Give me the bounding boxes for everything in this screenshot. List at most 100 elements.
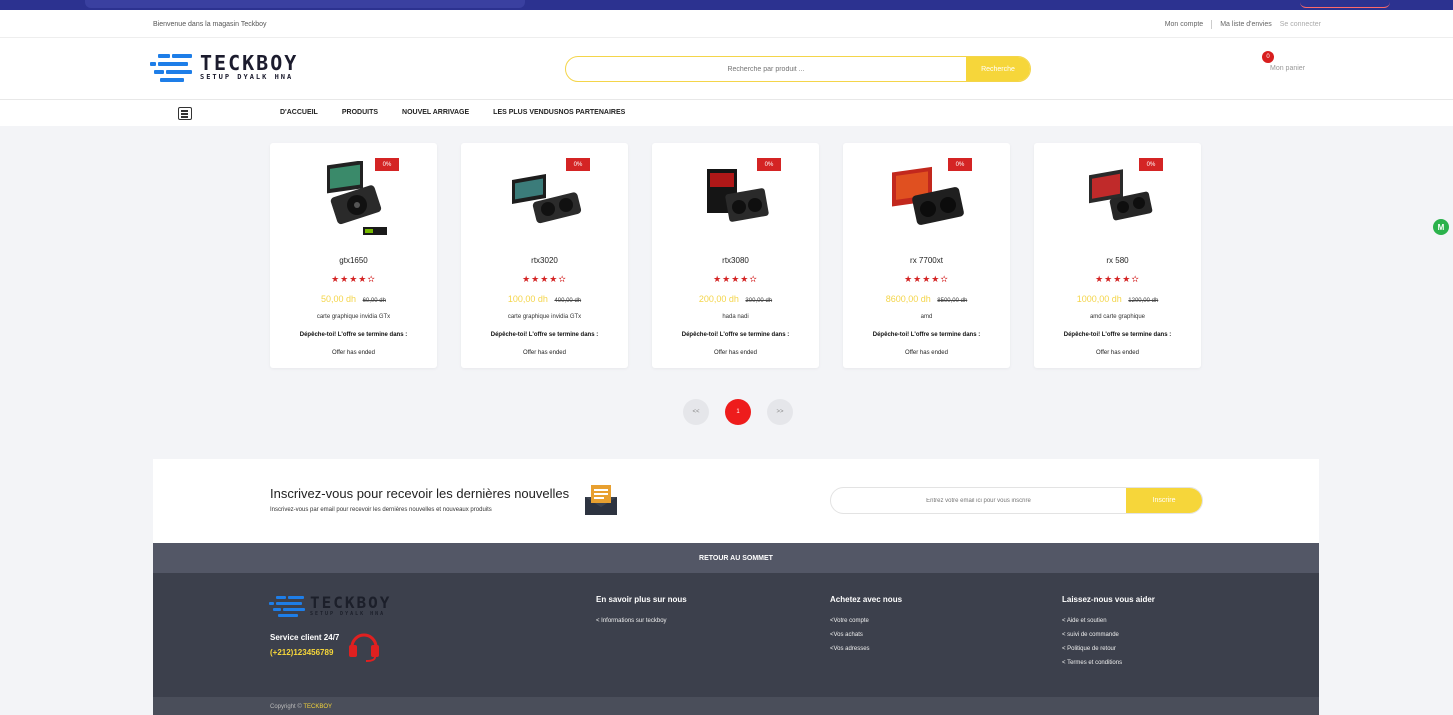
logo-name: TECKBOY bbox=[200, 51, 299, 75]
subscribe-button[interactable]: Inscrire bbox=[1126, 488, 1202, 513]
logo-mark-icon bbox=[150, 50, 196, 84]
browser-tab-strip bbox=[0, 0, 1453, 10]
footer-col-shop: Achetez avec nous <Votre compte <Vos ach… bbox=[830, 595, 902, 660]
footer-link[interactable]: <Vos achats bbox=[830, 632, 902, 638]
pagination-page-button[interactable]: 1 bbox=[725, 399, 751, 425]
product-price: 200,00 dh bbox=[698, 294, 739, 304]
offer-status: Offer has ended bbox=[714, 350, 757, 356]
service-label: Service client 24/7 bbox=[270, 633, 340, 642]
cart-count-badge: 0 bbox=[1262, 51, 1274, 63]
product-price: 8600,00 dh bbox=[885, 294, 931, 304]
footer: TECKBOY SETUP DYALK HNA Service client 2… bbox=[153, 573, 1319, 697]
nav-item-best-sellers[interactable]: LES PLUS VENDUSNOS PARTENAIRES bbox=[493, 109, 625, 116]
rating-stars: ★★★★✫ bbox=[904, 274, 949, 284]
product-name[interactable]: gtx1650 bbox=[270, 256, 437, 265]
footer-link[interactable]: <Vos adresses bbox=[830, 646, 902, 652]
gpu-image-icon bbox=[1089, 169, 1153, 221]
copyright-brand: TECKBOY bbox=[303, 704, 333, 710]
search-input[interactable] bbox=[566, 57, 966, 81]
rating-stars: ★★★★✫ bbox=[522, 274, 567, 284]
product-name[interactable]: rtx3020 bbox=[461, 256, 628, 265]
product-description: amd carte graphique bbox=[1089, 314, 1146, 320]
search-bar: Recherche bbox=[565, 56, 1031, 82]
product-old-price: 300,00 dh bbox=[745, 298, 773, 304]
pagination-prev-button[interactable]: << bbox=[683, 399, 709, 425]
product-card[interactable]: 0% rx 580 ★★★★✫ 1000,00 dh 1200,00 dh am… bbox=[1034, 143, 1201, 368]
email-field[interactable] bbox=[831, 488, 1126, 513]
main-nav: D'ACCUEIL PRODUITS NOUVEL ARRIVAGE LES P… bbox=[0, 100, 1453, 126]
rating-stars: ★★★★✫ bbox=[331, 274, 376, 284]
footer-col-title: En savoir plus sur nous bbox=[596, 595, 687, 604]
footer-col-title: Laissez-nous vous aider bbox=[1062, 595, 1155, 604]
product-description: carte graphique invidia GTx bbox=[316, 314, 391, 320]
cart-label: Mon panier bbox=[1270, 65, 1306, 72]
rating-stars: ★★★★✫ bbox=[713, 274, 758, 284]
copyright-bar: Copyright © TECKBOY bbox=[153, 697, 1319, 715]
offer-timer-label: Dépêche-toi! L'offre se termine dans : bbox=[681, 332, 790, 338]
product-name[interactable]: rx 580 bbox=[1034, 256, 1201, 265]
nav-item-products[interactable]: PRODUITS bbox=[342, 109, 378, 116]
product-price: 50,00 dh bbox=[321, 294, 357, 304]
product-description: amd bbox=[920, 314, 933, 320]
menu-icon[interactable] bbox=[178, 107, 192, 120]
gpu-image-icon bbox=[892, 166, 964, 225]
newsletter-title: Inscrivez-vous pour recevoir les dernièr… bbox=[270, 486, 570, 501]
logo-mark-icon bbox=[269, 593, 307, 619]
site-logo[interactable]: TECKBOY SETUP DYALK HNA bbox=[150, 50, 298, 84]
login-link[interactable]: Se connecter bbox=[1280, 21, 1321, 28]
offer-timer-label: Dépêche-toi! L'offre se termine dans : bbox=[1063, 332, 1172, 338]
gpu-image-icon bbox=[327, 161, 387, 235]
envelope-icon bbox=[585, 485, 617, 515]
product-name[interactable]: rx 7700xt bbox=[843, 256, 1010, 265]
footer-link[interactable]: < Termes et conditions bbox=[1062, 660, 1155, 666]
cart[interactable]: 0 Mon panier bbox=[1262, 51, 1305, 72]
rating-stars: ★★★★✫ bbox=[1095, 274, 1140, 284]
footer-link[interactable]: < Politique de retour bbox=[1062, 646, 1155, 652]
divider bbox=[1211, 20, 1213, 29]
footer-col-about: En savoir plus sur nous < Informations s… bbox=[596, 595, 687, 632]
footer-logo-tagline: SETUP DYALK HNA bbox=[310, 611, 386, 617]
product-description: hada nadi bbox=[722, 314, 749, 320]
footer-logo-name: TECKBOY bbox=[310, 593, 392, 612]
account-link[interactable]: Mon compte bbox=[1165, 21, 1204, 28]
nav-item-new-arrivals[interactable]: NOUVEL ARRIVAGE bbox=[402, 109, 469, 116]
footer-link[interactable]: < Aide et soutien bbox=[1062, 618, 1155, 624]
footer-logo[interactable]: TECKBOY SETUP DYALK HNA bbox=[269, 593, 391, 619]
product-old-price: 1200,00 dh bbox=[1128, 298, 1159, 304]
offer-status: Offer has ended bbox=[523, 350, 566, 356]
offer-timer-label: Dépêche-toi! L'offre se termine dans : bbox=[490, 332, 599, 338]
pagination-next-button[interactable]: >> bbox=[767, 399, 793, 425]
footer-link[interactable]: < suivi de commande bbox=[1062, 632, 1155, 638]
product-name[interactable]: rtx3080 bbox=[652, 256, 819, 265]
gpu-image-icon bbox=[512, 173, 582, 224]
product-card[interactable]: 0% rx 7700xt ★★★★✫ 8600,00 dh 8500,00 dh… bbox=[843, 143, 1010, 368]
gpu-image-icon bbox=[707, 169, 769, 222]
offer-timer-label: Dépêche-toi! L'offre se termine dans : bbox=[299, 332, 408, 338]
phone-number[interactable]: (+212)123456789 bbox=[270, 648, 333, 657]
copyright-text: Copyright © bbox=[270, 704, 302, 710]
product-price: 1000,00 dh bbox=[1076, 294, 1122, 304]
welcome-text: Bienvenue dans la magasin Teckboy bbox=[153, 21, 267, 28]
back-to-top-button[interactable]: RETOUR AU SOMMET bbox=[153, 543, 1319, 573]
footer-col-help: Laissez-nous vous aider < Aide et soutie… bbox=[1062, 595, 1155, 674]
footer-link[interactable]: <Votre compte bbox=[830, 618, 902, 624]
nav-item-home[interactable]: D'ACCUEIL bbox=[280, 109, 318, 116]
browser-tab[interactable] bbox=[85, 0, 525, 8]
top-bar: Bienvenue dans la magasin Teckboy Mon co… bbox=[0, 10, 1453, 38]
product-card[interactable]: 0% gtx1650 ★★★★✫ 50,00 dh 60,00 dh carte… bbox=[270, 143, 437, 368]
product-card[interactable]: 0% rtx3080 ★★★★✫ 200,00 dh 300,00 dh had… bbox=[652, 143, 819, 368]
product-old-price: 60,00 dh bbox=[362, 298, 386, 304]
browser-tab-outline[interactable] bbox=[1300, 0, 1390, 8]
offer-status: Offer has ended bbox=[332, 350, 375, 356]
product-card[interactable]: 0% rtx3020 ★★★★✫ 100,00 dh 400,00 dh car… bbox=[461, 143, 628, 368]
extension-badge-icon[interactable]: M bbox=[1433, 219, 1449, 235]
pagination: << 1 >> bbox=[683, 399, 793, 425]
top-links: Mon compte Ma liste d'envies Se connecte… bbox=[1165, 20, 1321, 29]
header: TECKBOY SETUP DYALK HNA Recherche 0 Mon … bbox=[0, 38, 1453, 100]
offer-status: Offer has ended bbox=[1096, 350, 1139, 356]
search-button[interactable]: Recherche bbox=[966, 57, 1030, 81]
wishlist-link[interactable]: Ma liste d'envies bbox=[1220, 21, 1272, 28]
product-grid: 0% gtx1650 ★★★★✫ 50,00 dh 60,00 dh carte… bbox=[270, 143, 1201, 368]
footer-link[interactable]: < Informations sur teckboy bbox=[596, 618, 687, 624]
newsletter-form: Inscrire bbox=[830, 487, 1203, 514]
